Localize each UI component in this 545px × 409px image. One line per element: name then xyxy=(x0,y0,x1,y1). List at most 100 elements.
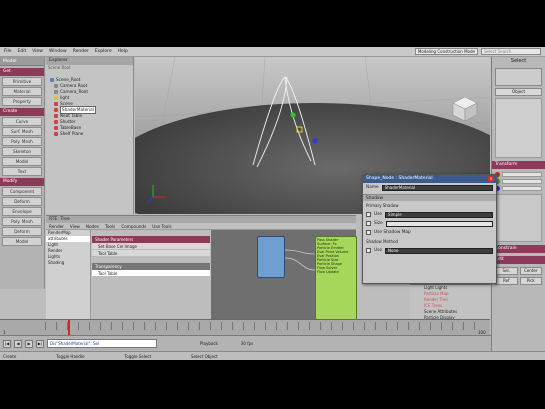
render-tree-title: RTE: Tree xyxy=(46,216,356,223)
menu-file[interactable]: File xyxy=(4,49,12,54)
first-frame-icon[interactable]: |◀ xyxy=(3,339,11,348)
property-button[interactable]: Property xyxy=(2,97,42,106)
menu-help[interactable]: Help xyxy=(118,49,128,54)
playback-label[interactable]: Playback xyxy=(200,341,218,346)
param-subhead: Transparency xyxy=(92,263,210,270)
param-item[interactable]: Set Base Cel Image xyxy=(92,243,210,250)
param-item[interactable]: Tool Table xyxy=(92,250,210,257)
ref-button[interactable]: Ref xyxy=(495,277,518,285)
status-mid2: Toggle Select xyxy=(124,354,152,359)
node-canvas[interactable]: Pass Shader Surface: Fx Particle Emitter… xyxy=(211,230,357,320)
prev-frame-icon[interactable]: ◀ xyxy=(14,339,22,348)
scale-x-field[interactable] xyxy=(502,172,542,177)
shadow-section[interactable]: Shadow xyxy=(363,194,496,201)
shader-parameters-panel: Shader Parameters Set Base Cel Image Too… xyxy=(92,230,210,320)
material-node[interactable] xyxy=(257,236,285,278)
palette-section-modify: Modify xyxy=(0,178,44,186)
ice-tree-node[interactable]: Pass Shader Surface: Fx Particle Emitter… xyxy=(315,236,357,320)
type-dropdown[interactable]: Simple xyxy=(385,211,493,218)
material-button[interactable]: Material xyxy=(2,87,42,96)
letterbox-top xyxy=(0,0,545,47)
fps-label[interactable]: 30 fps xyxy=(241,341,253,346)
skeleton-button[interactable]: Skeleton xyxy=(2,147,42,156)
construction-mode-dropdown[interactable]: Modeling Construction Mode xyxy=(414,48,478,55)
list-item[interactable]: Shading xyxy=(46,260,90,266)
menu-window[interactable]: Window xyxy=(49,49,67,54)
menu-view[interactable]: View xyxy=(32,49,43,54)
pick-button[interactable]: Pick xyxy=(519,277,542,285)
play-icon[interactable]: ▶ xyxy=(25,339,33,348)
text-button[interactable]: Text xyxy=(2,167,42,176)
tree-item[interactable]: Shelf Plane xyxy=(46,131,133,137)
envelope-button[interactable]: Envelope xyxy=(2,207,42,216)
size-row: Size xyxy=(363,219,496,228)
rt-menu-compounds[interactable]: Compounds xyxy=(121,223,146,229)
playback-bar: |◀ ◀ ▶ ▶| Dis"ShaderMaterial"; Sel Playb… xyxy=(0,335,491,351)
palette-tab-model[interactable]: Model xyxy=(0,57,44,66)
menu-explore[interactable]: Explore xyxy=(95,49,112,54)
type-row: Use Simple xyxy=(363,210,496,219)
mode-dropdown[interactable]: None xyxy=(385,247,493,254)
sel-button[interactable]: Sel. xyxy=(495,267,518,275)
poly-mesh-button[interactable]: Poly. Mesh xyxy=(2,137,42,146)
use-checkbox[interactable] xyxy=(366,212,371,217)
light-icon xyxy=(54,96,58,100)
transform-values[interactable] xyxy=(495,194,542,242)
select-arrow-button[interactable] xyxy=(495,68,542,86)
name-field[interactable]: ShaderMaterial xyxy=(381,184,493,191)
modify-deform-button[interactable]: Deform xyxy=(2,227,42,236)
timeline[interactable]: 1 100 xyxy=(0,319,490,336)
close-icon[interactable]: × xyxy=(488,176,494,182)
command-line-input[interactable]: Dis"ShaderMaterial"; Sel xyxy=(47,339,157,348)
menu-render[interactable]: Render xyxy=(73,49,89,54)
blue-handle-icon[interactable] xyxy=(312,138,318,144)
property-editor-dialog: Shape_Node : ShaderMaterial × Name Shade… xyxy=(362,174,497,284)
rt-menu-use-tools[interactable]: Use Tools xyxy=(152,223,171,229)
modify-poly-mesh-button[interactable]: Poly. Mesh xyxy=(2,217,42,226)
center-button[interactable]: Center xyxy=(519,267,542,275)
mesh-icon xyxy=(54,120,58,124)
primitive-button[interactable]: Primitive xyxy=(2,77,42,86)
status-bar: Create Toggle Handle Toggle Select Selec… xyxy=(0,351,545,360)
rt-menu-render[interactable]: Render xyxy=(49,223,64,229)
rt-menu-tools[interactable]: Tools xyxy=(105,223,115,229)
scale-y-field[interactable] xyxy=(502,179,542,184)
menu-edit[interactable]: Edit xyxy=(18,49,27,54)
selection-tools[interactable] xyxy=(495,98,542,158)
constrain-section: Constrain xyxy=(492,245,545,253)
size-checkbox[interactable] xyxy=(366,221,371,226)
rt-menu-nodes[interactable]: Nodes xyxy=(86,223,99,229)
edit-section: Edit xyxy=(492,256,545,264)
application-window: File Edit View Window Render Explore Hel… xyxy=(0,47,545,360)
shadow-map-checkbox[interactable] xyxy=(366,230,371,235)
render-tree-menu: Render View Nodes Tools Compounds Use To… xyxy=(46,223,356,230)
deform-button[interactable]: Deform xyxy=(2,197,42,206)
camera-icon xyxy=(54,90,58,94)
component-button[interactable]: Component xyxy=(2,187,42,196)
scale-z-field[interactable] xyxy=(502,186,542,191)
size-slider[interactable] xyxy=(385,220,493,227)
modify-model-button[interactable]: Model xyxy=(2,237,42,246)
mode-checkbox[interactable] xyxy=(366,248,371,253)
model-button[interactable]: Model xyxy=(2,157,42,166)
palette-section-get: Get xyxy=(0,68,44,76)
timeline-ticks xyxy=(45,322,485,330)
tool-palette: Model Get Primitive Material Property Cr… xyxy=(0,57,45,289)
param-item-selected[interactable]: Tool Table xyxy=(92,270,210,277)
palette-section-create: Create xyxy=(0,108,44,116)
shader-parameters-head: Shader Parameters xyxy=(92,236,210,243)
next-frame-icon[interactable]: ▶| xyxy=(36,339,44,348)
letterbox-bottom xyxy=(0,360,545,409)
render-tree-editor: RTE: Tree Render View Nodes Tools Compou… xyxy=(46,215,357,320)
curve-button[interactable]: Curve xyxy=(2,117,42,126)
green-handle-icon[interactable] xyxy=(290,112,296,118)
playhead[interactable] xyxy=(68,320,70,336)
transform-section: Transform xyxy=(492,161,545,169)
surf-mesh-button[interactable]: Surf. Mesh xyxy=(2,127,42,136)
dialog-title-bar[interactable]: Shape_Node : ShaderMaterial × xyxy=(363,175,496,183)
select-search-input[interactable]: Select Search xyxy=(481,48,541,55)
rt-menu-view[interactable]: View xyxy=(70,223,80,229)
material-icon xyxy=(54,108,58,112)
menu-bar: File Edit View Window Render Explore Hel… xyxy=(0,47,545,57)
object-button[interactable]: Object xyxy=(495,88,542,96)
